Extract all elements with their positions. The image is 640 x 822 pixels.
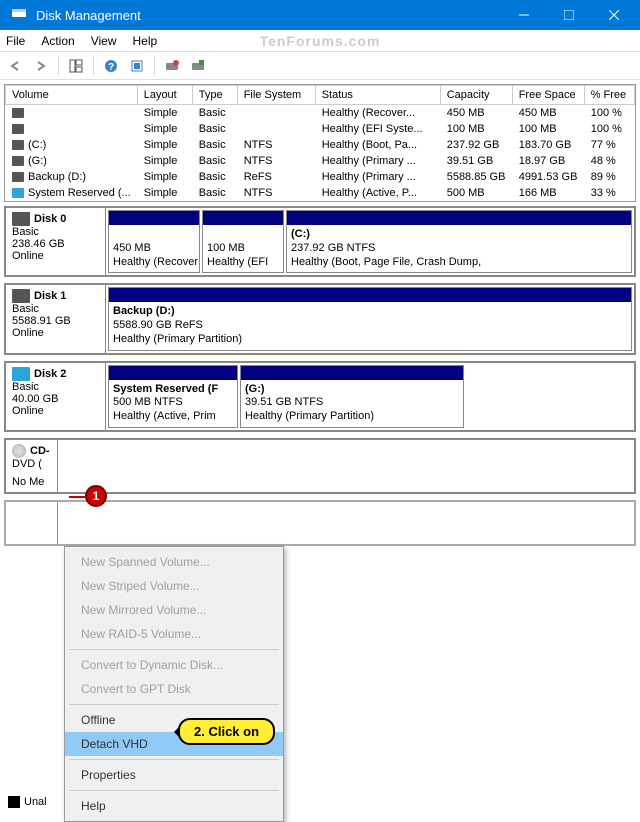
col-type[interactable]: Type <box>192 86 237 105</box>
annotation-step-1: 1 <box>85 485 107 507</box>
refresh-button[interactable] <box>126 55 148 77</box>
partition[interactable]: 100 MBHealthy (EFI <box>202 210 284 273</box>
col-status[interactable]: Status <box>315 86 440 105</box>
back-button[interactable] <box>4 55 26 77</box>
disk-header-2[interactable]: Disk 2 Basic 40.00 GB Online <box>6 363 106 430</box>
disk-header-1[interactable]: Disk 1 Basic 5588.91 GB Online <box>6 285 106 352</box>
svg-text:?: ? <box>108 62 114 73</box>
volume-list-panel: Volume Layout Type File System Status Ca… <box>4 84 636 202</box>
minimize-button[interactable] <box>501 0 546 30</box>
volume-row[interactable]: (G:)SimpleBasicNTFSHealthy (Primary ...3… <box>6 153 635 169</box>
partition[interactable]: System Reserved (F500 MB NTFSHealthy (Ac… <box>108 365 238 428</box>
no-media-label: No Me <box>12 476 51 488</box>
disk-title: Disk 1 <box>34 290 66 302</box>
col-layout[interactable]: Layout <box>137 86 192 105</box>
volume-row[interactable]: Backup (D:)SimpleBasicReFSHealthy (Prima… <box>6 169 635 185</box>
disk-state: Online <box>12 327 99 339</box>
disk-type: Basic <box>12 226 99 238</box>
partition[interactable]: 450 MBHealthy (Recover <box>108 210 200 273</box>
col-filesystem[interactable]: File System <box>237 86 315 105</box>
disk-title: Disk 0 <box>34 213 66 225</box>
disk-icon <box>12 212 30 226</box>
maximize-button[interactable] <box>546 0 591 30</box>
disk-state: Online <box>12 250 99 262</box>
menu-help[interactable]: Help <box>133 34 158 48</box>
title-bar: Disk Management <box>0 0 640 30</box>
disk-row-0[interactable]: Disk 0 Basic 238.46 GB Online 450 MBHeal… <box>4 206 636 277</box>
empty-row <box>4 500 636 546</box>
ctx-new-mirrored[interactable]: New Mirrored Volume... <box>65 598 283 622</box>
legend-swatch-icon <box>8 796 20 808</box>
disk-row-2[interactable]: Disk 2 Basic 40.00 GB Online System Rese… <box>4 361 636 432</box>
volume-row[interactable]: SimpleBasicHealthy (EFI Syste...100 MB10… <box>6 121 635 137</box>
view-layout-button[interactable] <box>65 55 87 77</box>
volume-row[interactable]: (C:)SimpleBasicNTFSHealthy (Boot, Pa...2… <box>6 137 635 153</box>
disk-row-1[interactable]: Disk 1 Basic 5588.91 GB Online Backup (D… <box>4 283 636 354</box>
volume-row[interactable]: SimpleBasicHealthy (Recover...450 MB450 … <box>6 105 635 122</box>
toolbar: ? <box>0 52 640 80</box>
ctx-convert-dynamic[interactable]: Convert to Dynamic Disk... <box>65 653 283 677</box>
volume-table: Volume Layout Type File System Status Ca… <box>5 85 635 201</box>
disk-type: Basic <box>12 303 99 315</box>
ctx-convert-gpt[interactable]: Convert to GPT Disk <box>65 677 283 701</box>
col-capacity[interactable]: Capacity <box>440 86 512 105</box>
partition[interactable]: (C:)237.92 GB NTFSHealthy (Boot, Page Fi… <box>286 210 632 273</box>
cdrom-header[interactable]: CD- DVD ( No Me <box>6 440 58 492</box>
disk-type: DVD ( <box>12 458 51 470</box>
menu-bar: File Action View Help TenForums.com <box>0 30 640 52</box>
watermark: TenForums.com <box>260 33 381 49</box>
legend-unallocated: Unal <box>8 796 47 808</box>
col-volume[interactable]: Volume <box>6 86 138 105</box>
help-button[interactable]: ? <box>100 55 122 77</box>
disk-icon <box>12 367 30 381</box>
context-menu: New Spanned Volume... New Striped Volume… <box>64 546 284 822</box>
menu-action[interactable]: Action <box>41 34 74 48</box>
window-title: Disk Management <box>36 8 501 23</box>
partition[interactable]: (G:)39.51 GB NTFSHealthy (Primary Partit… <box>240 365 464 428</box>
action-button-2[interactable] <box>187 55 209 77</box>
disk-icon <box>12 289 30 303</box>
disk-type: Basic <box>12 381 99 393</box>
disk-size: 238.46 GB <box>12 238 99 250</box>
annotation-step-2: 2. Click on <box>178 718 275 745</box>
ctx-properties[interactable]: Properties <box>65 763 283 787</box>
forward-button[interactable] <box>30 55 52 77</box>
disk-title: CD- <box>30 445 50 457</box>
disk-title: Disk 2 <box>34 367 66 379</box>
ctx-new-striped[interactable]: New Striped Volume... <box>65 574 283 598</box>
col-pctfree[interactable]: % Free <box>584 86 634 105</box>
menu-view[interactable]: View <box>91 34 117 48</box>
partition[interactable]: Backup (D:)5588.90 GB ReFSHealthy (Prima… <box>108 287 632 350</box>
ctx-new-spanned[interactable]: New Spanned Volume... <box>65 550 283 574</box>
ctx-help[interactable]: Help <box>65 794 283 818</box>
disk-header-0[interactable]: Disk 0 Basic 238.46 GB Online <box>6 208 106 275</box>
volume-row[interactable]: System Reserved (...SimpleBasicNTFSHealt… <box>6 185 635 201</box>
disk-size: 5588.91 GB <box>12 315 99 327</box>
app-icon <box>10 5 30 25</box>
legend-label: Unal <box>24 796 47 808</box>
cd-icon <box>12 444 26 458</box>
col-freespace[interactable]: Free Space <box>512 86 584 105</box>
disk-state: Online <box>12 405 99 417</box>
menu-file[interactable]: File <box>6 34 25 48</box>
close-button[interactable] <box>591 0 636 30</box>
action-button-1[interactable] <box>161 55 183 77</box>
disk-size: 40.00 GB <box>12 393 99 405</box>
ctx-new-raid5[interactable]: New RAID-5 Volume... <box>65 622 283 646</box>
